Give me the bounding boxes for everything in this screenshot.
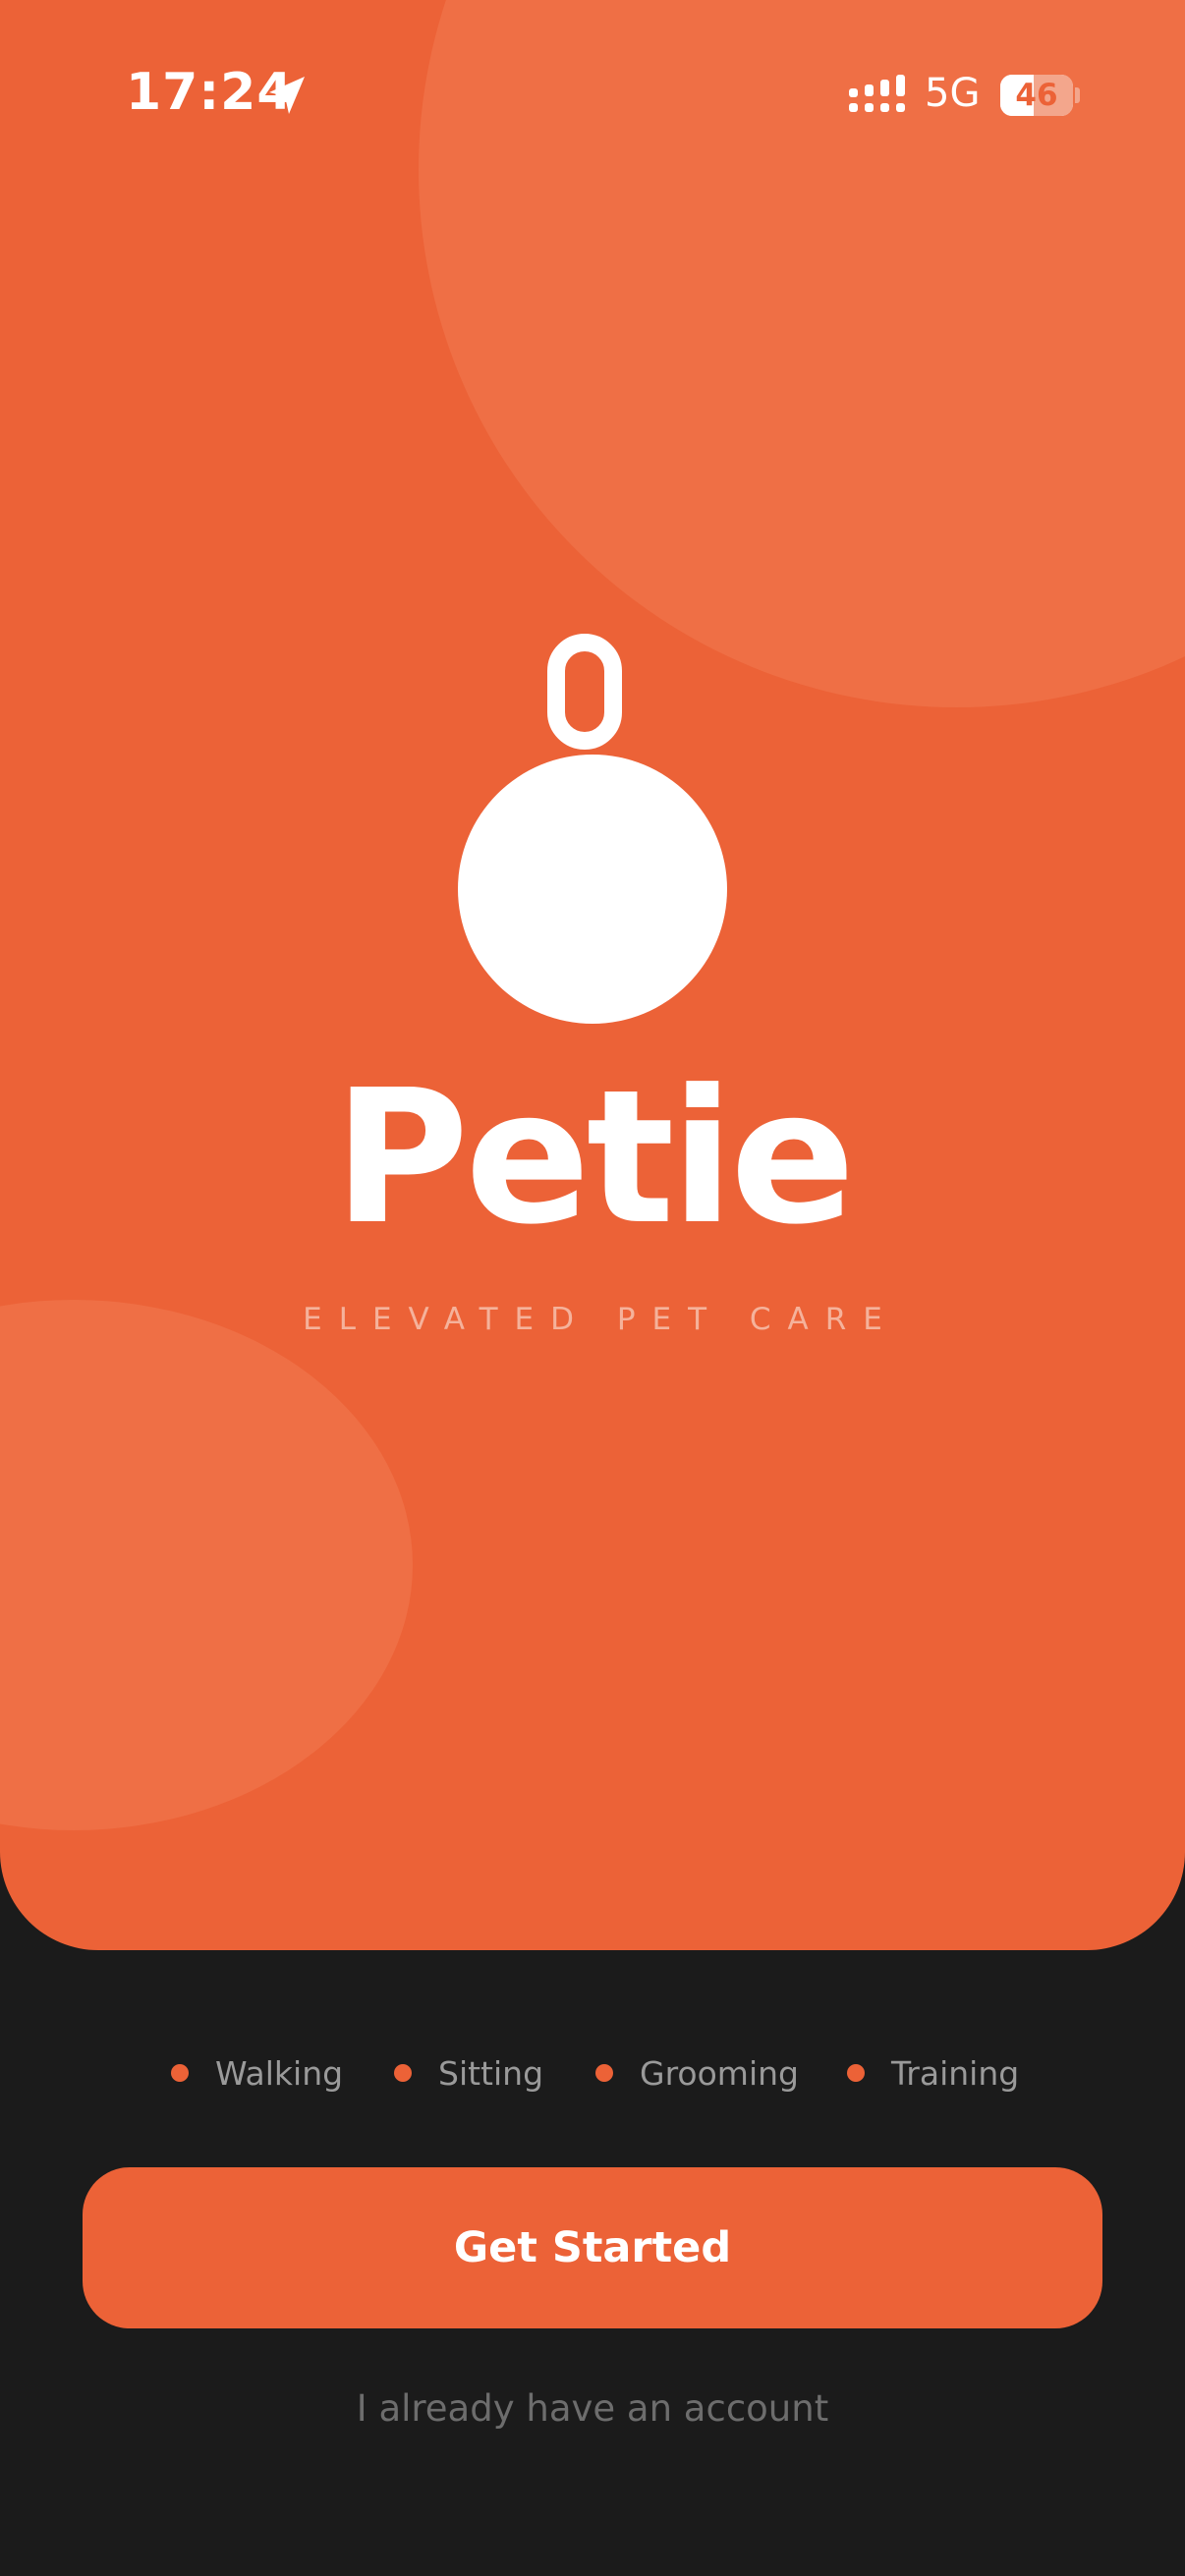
status-bar: 17:24 5G 46 (0, 0, 1185, 196)
brand-name: Petie (333, 1050, 855, 1265)
service-grooming: Grooming (595, 2044, 799, 2102)
services-list: Walking Sitting Grooming Training (0, 2044, 1185, 2102)
signal-bars-icon (849, 75, 905, 112)
service-label: Sitting (438, 2053, 544, 2093)
pet-tag-logo-icon (458, 634, 727, 1024)
service-walking: Walking (171, 2044, 343, 2102)
brand-tagline: ELEVATED PET CARE (303, 1302, 899, 1337)
location-arrow-icon (269, 77, 305, 114)
service-dot (595, 2064, 613, 2082)
get-started-button[interactable]: Get Started (83, 2167, 1102, 2328)
service-sitting: Sitting (394, 2044, 543, 2102)
battery-level: 46 (1015, 78, 1058, 113)
battery-cap (1075, 87, 1080, 103)
service-training: Training (847, 2044, 1019, 2102)
service-label: Walking (215, 2053, 344, 2093)
service-dot (847, 2064, 865, 2082)
battery-indicator: 46 (1000, 75, 1073, 116)
service-label: Grooming (640, 2053, 799, 2093)
service-dot (394, 2064, 412, 2082)
hero-panel: 17:24 5G 46 Petie ELEVATED PET CARE (0, 0, 1185, 1950)
network-type: 5G (925, 71, 981, 116)
decorative-circle-bottom (0, 1300, 413, 1830)
service-dot (171, 2064, 189, 2082)
login-link[interactable]: I already have an account (0, 2387, 1185, 2430)
service-label: Training (891, 2053, 1020, 2093)
